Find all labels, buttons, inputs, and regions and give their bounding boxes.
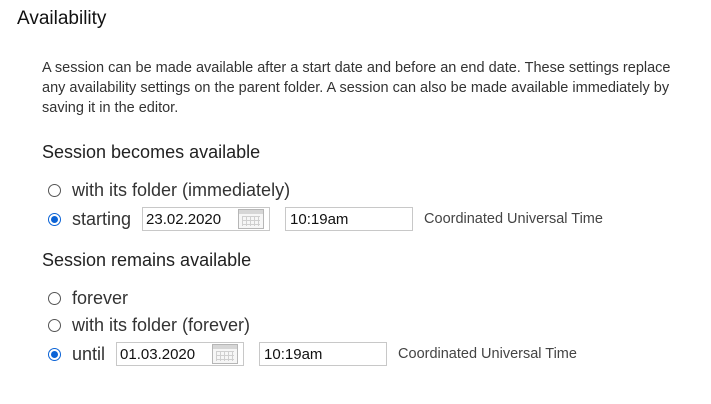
radio-with-folder-forever[interactable] (48, 319, 61, 332)
start-date-field[interactable]: 23.02.2020 (142, 207, 271, 231)
option-forever[interactable]: forever (48, 288, 128, 309)
start-timezone: Coordinated Universal Time (424, 211, 603, 227)
option-starting[interactable]: starting 23.02.2020 10:19am Coordinated … (48, 207, 603, 231)
option-label: with its folder (immediately) (72, 180, 291, 200)
option-label: with its folder (forever) (72, 315, 251, 335)
radio-forever[interactable] (48, 292, 61, 305)
option-until[interactable]: until 01.03.2020 10:19am Coordinated Uni… (48, 342, 577, 366)
becomes-available-heading: Session becomes available (42, 142, 261, 162)
end-time-field[interactable]: 10:19am (259, 342, 388, 366)
end-date-field[interactable]: 01.03.2020 (116, 342, 245, 366)
start-time-field[interactable]: 10:19am (285, 207, 414, 231)
availability-description: A session can be made available after a … (42, 60, 671, 116)
radio-until[interactable] (48, 347, 61, 361)
end-date-value: 01.03.2020 (120, 345, 196, 363)
option-label: forever (72, 288, 129, 308)
option-label: starting (72, 208, 132, 229)
option-with-folder-immediately[interactable]: with its folder (immediately) (48, 180, 290, 201)
calendar-icon[interactable] (212, 344, 239, 364)
radio-with-folder-immediately[interactable] (48, 184, 61, 197)
remains-available-heading: Session remains available (42, 250, 252, 270)
start-date-value: 23.02.2020 (146, 210, 222, 228)
calendar-icon[interactable] (238, 209, 265, 229)
end-timezone: Coordinated Universal Time (398, 346, 577, 362)
radio-starting[interactable] (48, 212, 61, 226)
option-label: until (72, 343, 106, 364)
page-title: Availability (17, 8, 107, 29)
option-with-folder-forever[interactable]: with its folder (forever) (48, 315, 250, 336)
